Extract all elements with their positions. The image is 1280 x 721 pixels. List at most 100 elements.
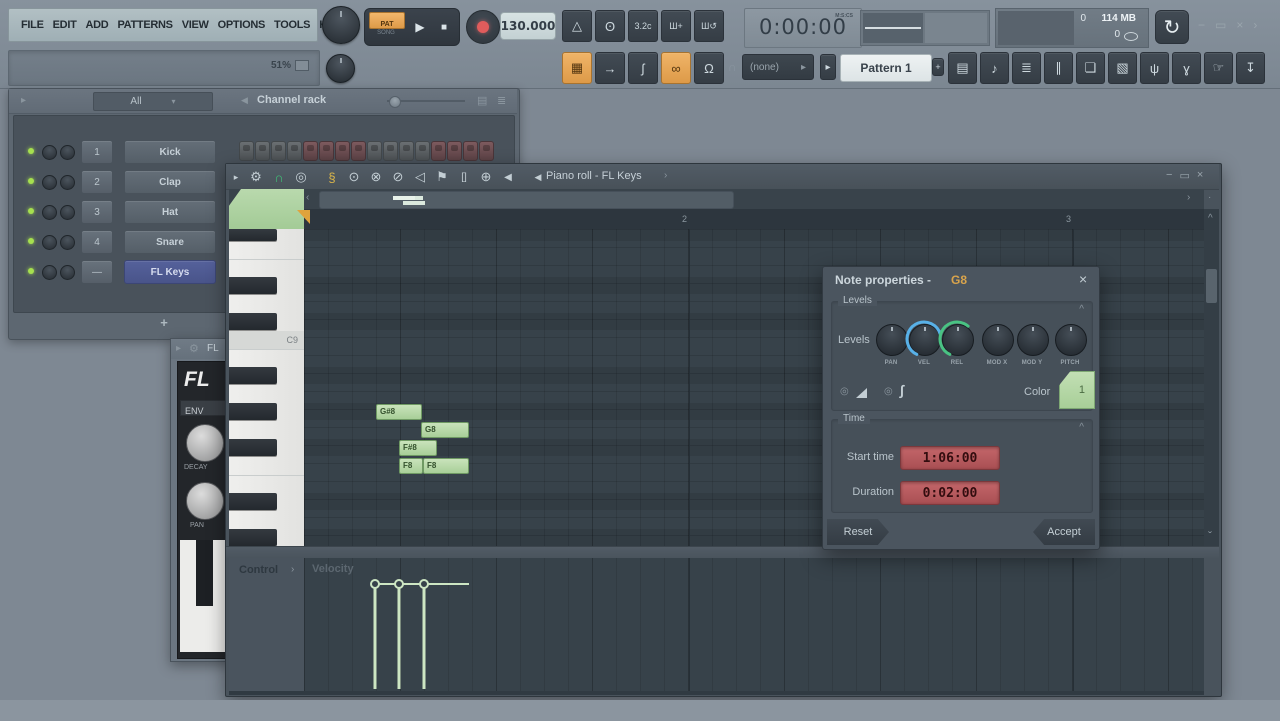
- more-button[interactable]: ›: [1253, 18, 1257, 32]
- fl-keys-decay-knob[interactable]: [186, 424, 224, 462]
- piano-roll-bottom-scrollbar[interactable]: [229, 691, 1204, 695]
- ramp-shape-icon[interactable]: [856, 388, 867, 398]
- channel-button-clap[interactable]: Clap: [124, 170, 216, 194]
- rack-layout-icon[interactable]: ≣: [497, 94, 506, 107]
- step-cell[interactable]: [447, 141, 462, 161]
- piano-black-key[interactable]: [229, 403, 277, 420]
- time-section-header[interactable]: Time: [838, 413, 870, 424]
- add-channel-button[interactable]: +: [154, 313, 174, 331]
- channel-mute-led[interactable]: [28, 148, 34, 154]
- piano-roll-title-arrow-icon[interactable]: ›: [664, 170, 667, 181]
- zoom-tool-icon[interactable]: ⊕: [476, 168, 496, 186]
- pan-knob[interactable]: [876, 324, 908, 356]
- step-cell[interactable]: [255, 141, 270, 161]
- fl-keys-titlebar[interactable]: ▸ ⚙ FL: [171, 339, 229, 359]
- hscroll-thumb[interactable]: [319, 191, 734, 209]
- curve-mode-circle-icon[interactable]: ◎: [884, 386, 893, 397]
- step-cell[interactable]: [335, 141, 350, 161]
- pattern-menu-button[interactable]: ▸: [820, 54, 836, 80]
- channel-button-kick[interactable]: Kick: [124, 140, 216, 164]
- channel-button-fl-keys[interactable]: FL Keys: [124, 260, 216, 284]
- touch-button[interactable]: ☞: [1204, 52, 1233, 84]
- menu-tools[interactable]: TOOLS: [274, 19, 310, 31]
- piano-roll-minimize-button[interactable]: −: [1166, 169, 1172, 182]
- control-arrow-icon[interactable]: ›: [291, 564, 294, 575]
- main-volume-knob[interactable]: [322, 6, 360, 44]
- accept-button[interactable]: Accept: [1033, 519, 1095, 545]
- note-f8-b[interactable]: F8: [423, 458, 469, 474]
- main-pitch-knob[interactable]: [326, 54, 355, 83]
- hscroll-right-button[interactable]: ›: [1187, 192, 1190, 203]
- note-g8[interactable]: G8: [421, 422, 469, 438]
- browser-button[interactable]: ❏: [1076, 52, 1105, 84]
- add-pattern-button[interactable]: +: [932, 58, 944, 76]
- step-cell[interactable]: [367, 141, 382, 161]
- c9-key-row[interactable]: C9: [229, 331, 304, 349]
- vscroll-thumb[interactable]: [1206, 269, 1217, 303]
- piano-black-key[interactable]: [229, 367, 277, 384]
- pitch-knob[interactable]: [1055, 324, 1087, 356]
- note-gsharp8[interactable]: G#8: [376, 404, 422, 420]
- channel-button-hat[interactable]: Hat: [124, 200, 216, 224]
- fl-keys-pan-knob[interactable]: [186, 482, 224, 520]
- fl-keys-black-key[interactable]: [196, 540, 213, 606]
- close-button[interactable]: ×: [1236, 18, 1243, 32]
- fl-keys-env-tab[interactable]: ENV: [180, 400, 227, 416]
- note-properties-titlebar[interactable]: Note properties - G8 ×: [823, 267, 1097, 293]
- channel-pan-knob[interactable]: [42, 265, 57, 280]
- channel-pan-knob[interactable]: [42, 205, 57, 220]
- channel-mute-led[interactable]: [28, 268, 34, 274]
- rel-knob[interactable]: [942, 324, 974, 356]
- step-cell[interactable]: [319, 141, 334, 161]
- channel-pan-knob[interactable]: [42, 145, 57, 160]
- piano-black-key[interactable]: [229, 313, 277, 330]
- step-cell[interactable]: [383, 141, 398, 161]
- step-cell[interactable]: [303, 141, 318, 161]
- deny-tool-icon[interactable]: ⊘: [388, 168, 408, 186]
- fl-keys-keyboard[interactable]: [180, 540, 226, 652]
- piano-black-key[interactable]: [229, 493, 277, 510]
- menu-patterns[interactable]: PATTERNS: [117, 19, 172, 31]
- levels-collapse-icon[interactable]: ^: [1079, 304, 1084, 315]
- channel-number-button[interactable]: 3: [81, 200, 113, 224]
- channel-volume-knob[interactable]: [60, 265, 75, 280]
- piano-roll-titlebar[interactable]: ▸ ⚙ ∩ ◎ § ⊙ ⊗ ⊘ ◁ ⚑ [] ⊕ ◀ ◀ Piano roll …: [226, 164, 1219, 190]
- piano-black-key[interactable]: [229, 277, 277, 294]
- note-properties-close-button[interactable]: ×: [1079, 271, 1087, 287]
- start-time-display[interactable]: 1:06:00: [900, 446, 1000, 470]
- modx-knob[interactable]: [982, 324, 1014, 356]
- channel-volume-knob[interactable]: [60, 175, 75, 190]
- swing-slider-thumb[interactable]: [389, 96, 401, 108]
- channel-volume-knob[interactable]: [60, 205, 75, 220]
- step-cell[interactable]: [479, 141, 494, 161]
- control-label[interactable]: Control: [239, 564, 278, 576]
- levels-section-header[interactable]: Levels: [838, 295, 877, 306]
- slide-tool-icon[interactable]: ◎: [291, 168, 311, 186]
- typing-to-piano-button[interactable]: →: [595, 52, 625, 84]
- step-edit-button[interactable]: ▦: [562, 52, 592, 84]
- menu-options[interactable]: OPTIONS: [218, 19, 265, 31]
- fl-keys-menu-icon[interactable]: ▸: [176, 343, 181, 354]
- channel-mute-led[interactable]: [28, 238, 34, 244]
- channel-volume-knob[interactable]: [60, 145, 75, 160]
- none-picker[interactable]: (none) ▸: [742, 54, 814, 80]
- piano-black-key[interactable]: [229, 229, 277, 241]
- metronome-bell-button[interactable]: Ω: [694, 52, 724, 84]
- piano-roll-close-button[interactable]: ×: [1197, 169, 1203, 182]
- step-cell[interactable]: [415, 141, 430, 161]
- vel-knob[interactable]: [909, 324, 941, 356]
- fl-keys-gear-icon[interactable]: ⚙: [189, 342, 199, 355]
- swing-slider[interactable]: [387, 100, 465, 102]
- piano-keyboard[interactable]: C9: [229, 229, 305, 546]
- attach-clip-icon[interactable]: §: [322, 168, 342, 186]
- piano-roll-maximize-button[interactable]: ▭: [1179, 169, 1189, 182]
- tools-wrench-icon[interactable]: ⚙: [246, 168, 266, 186]
- control-lane-grid[interactable]: Velocity: [304, 558, 1204, 691]
- pattern-selector[interactable]: Pattern 1: [840, 54, 932, 82]
- loop-record-button[interactable]: Ш↺: [694, 10, 724, 42]
- hscroll-left-button[interactable]: ‹: [306, 192, 309, 203]
- link-button[interactable]: ∞: [661, 52, 691, 84]
- pat-song-switch[interactable]: PAT: [369, 12, 405, 29]
- strum-tool-icon[interactable]: ⊗: [366, 168, 386, 186]
- plugin-picker-button[interactable]: ▧: [1108, 52, 1137, 84]
